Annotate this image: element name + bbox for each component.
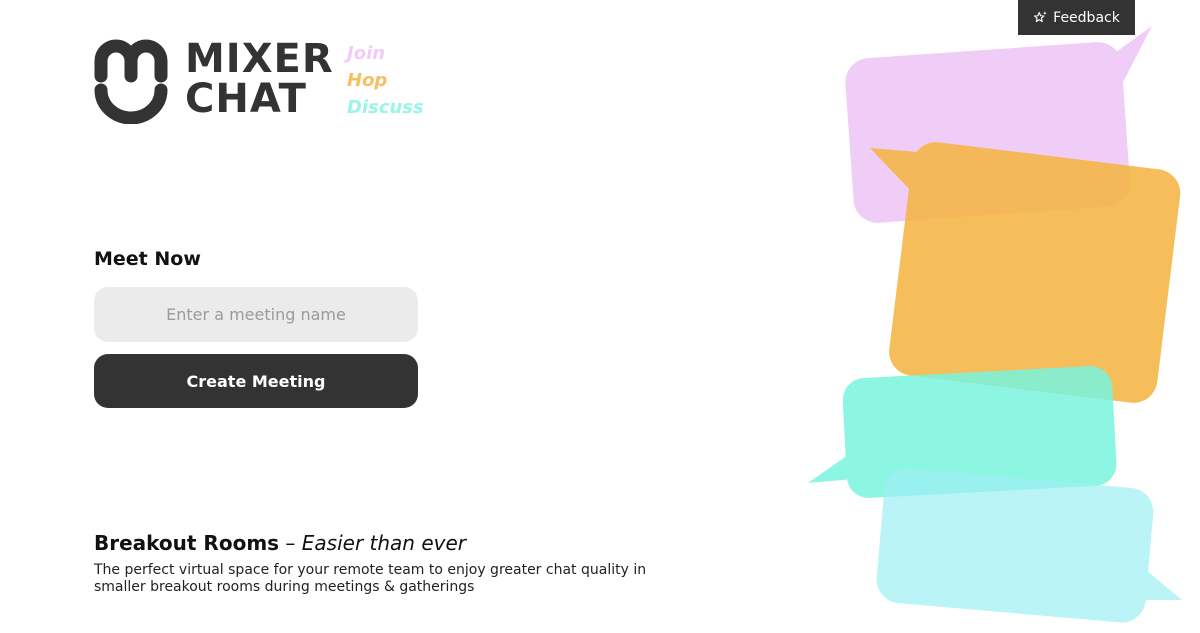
brand-line-1: MIXER — [185, 36, 334, 82]
create-meeting-button[interactable]: Create Meeting — [94, 354, 418, 408]
tagline-discuss: Discuss — [347, 97, 424, 118]
meeting-name-input[interactable] — [94, 287, 418, 342]
tagline: Join Hop Discuss — [347, 40, 424, 121]
logo: MIXER CHAT — [94, 38, 334, 124]
breakout-description: The perfect virtual space for your remot… — [94, 562, 647, 595]
meet-now-heading: Meet Now — [94, 248, 201, 270]
orange-speech-bubble-icon — [870, 142, 1181, 403]
breakout-rooms-heading: Breakout Rooms – Easier than ever — [94, 531, 466, 555]
brand-line-2: CHAT — [185, 76, 307, 122]
mixer-chat-logo-icon — [94, 39, 168, 124]
tagline-join: Join — [347, 43, 386, 64]
breakout-subtitle: Easier than ever — [301, 531, 467, 555]
breakout-dash: – — [285, 531, 296, 555]
breakout-title: Breakout Rooms — [94, 531, 280, 555]
light-teal-speech-bubble-icon — [876, 468, 1182, 623]
brand-name: MIXER CHAT — [185, 39, 334, 119]
speech-bubbles-illustration — [808, 26, 1182, 623]
tagline-hop: Hop — [347, 70, 388, 91]
